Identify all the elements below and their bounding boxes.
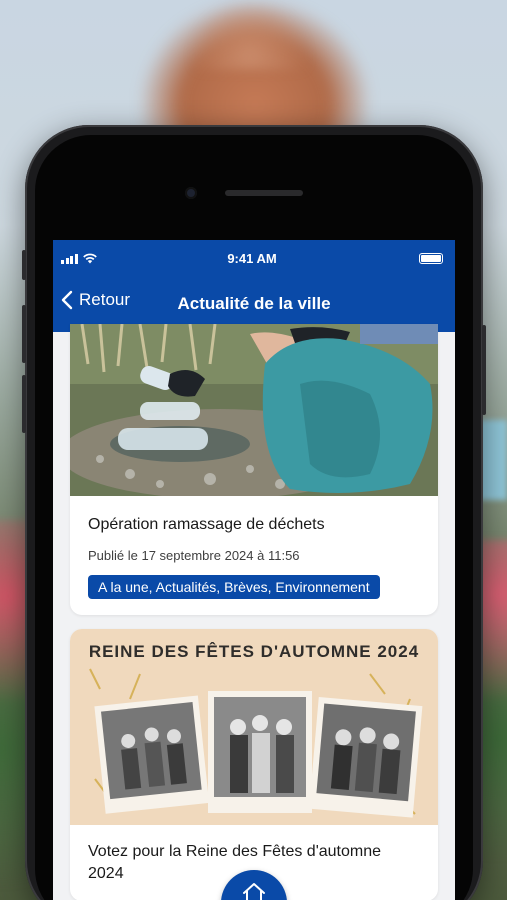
- news-list: Opération ramassage de déchets Publié le…: [53, 324, 455, 900]
- signal-icon: [61, 254, 78, 264]
- background-roof: [190, 0, 310, 70]
- article-image-reine: REINE DES FÊTES D'AUTOMNE 2024: [70, 629, 438, 825]
- status-right: [383, 252, 443, 264]
- status-time: 9:41 AM: [227, 250, 277, 266]
- home-icon: [243, 883, 265, 900]
- article-title: Opération ramassage de déchets: [88, 516, 325, 533]
- back-label: Retour: [79, 290, 131, 309]
- article-tags: A la une, Actualités, Brèves, Environnem…: [88, 575, 380, 599]
- volume-up-button: [22, 305, 26, 363]
- article-image-caption: REINE DES FÊTES D'AUTOMNE 2024: [89, 642, 419, 661]
- volume-down-button: [22, 375, 26, 433]
- news-card[interactable]: Opération ramassage de déchets Publié le…: [70, 324, 438, 615]
- back-button[interactable]: Retour: [61, 290, 130, 310]
- wifi-icon: [82, 253, 97, 264]
- news-card-body: Opération ramassage de déchets Publié le…: [70, 496, 438, 615]
- status-bar: 9:41 AM: [53, 240, 455, 276]
- mute-switch: [22, 250, 26, 280]
- article-image-cleanup: [70, 324, 438, 496]
- earpiece-speaker: [225, 190, 303, 196]
- status-left: [61, 252, 121, 264]
- article-date: Publié le 17 septembre 2024 à 11:56: [88, 548, 300, 563]
- front-camera: [185, 187, 197, 199]
- news-card[interactable]: REINE DES FÊTES D'AUTOMNE 2024 Votez pou…: [70, 629, 438, 900]
- battery-icon: [419, 252, 443, 264]
- app-screen: 9:41 AM Retour Actualité de la ville Opé…: [53, 240, 455, 900]
- power-button: [482, 325, 486, 415]
- back-chevron-icon: [61, 290, 73, 310]
